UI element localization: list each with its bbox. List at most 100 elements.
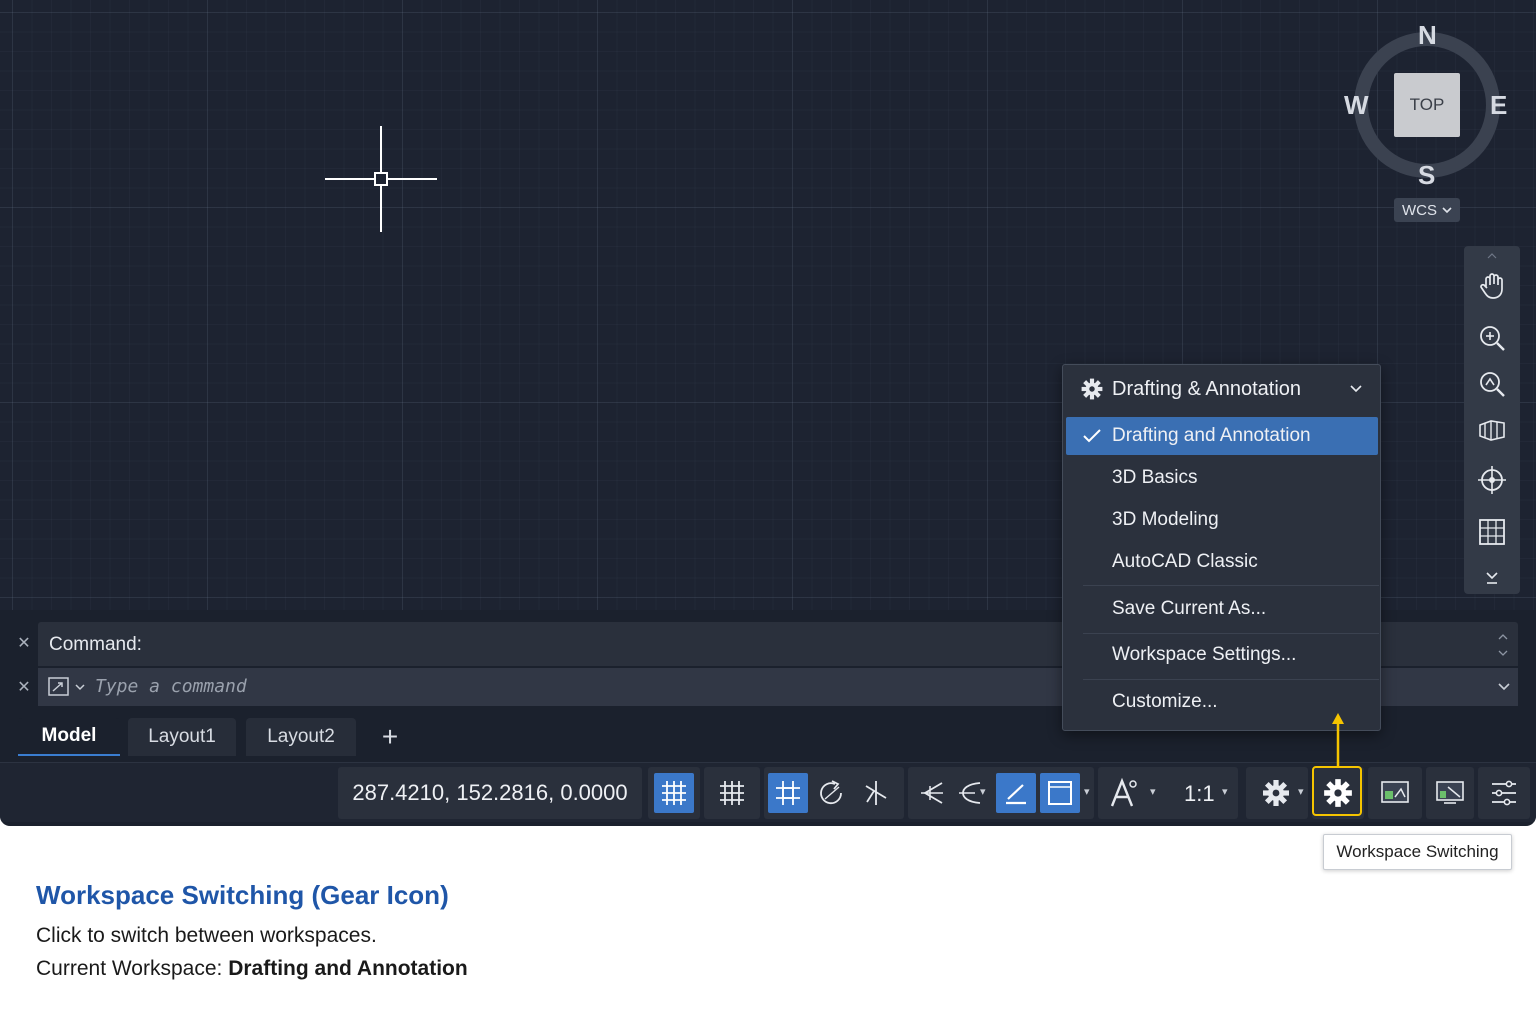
grid-icon bbox=[662, 781, 686, 805]
isolate-group bbox=[1368, 767, 1422, 819]
navigation-bar bbox=[1464, 246, 1520, 594]
compass-west[interactable]: W bbox=[1344, 90, 1369, 121]
steering-wheel-button[interactable] bbox=[1472, 460, 1512, 500]
autocad-window: N S E W TOP WCS ✕ Command: ✕ Type a comm… bbox=[0, 0, 1536, 826]
save-current-as-item[interactable]: Save Current As... bbox=[1066, 590, 1378, 628]
gear-icon bbox=[1081, 378, 1103, 400]
workspace-item-label: 3D Basics bbox=[1112, 467, 1198, 488]
show-motion-button[interactable] bbox=[1472, 512, 1512, 552]
show-motion-icon bbox=[1479, 519, 1505, 545]
wcs-label: WCS bbox=[1402, 201, 1437, 219]
wcs-menu-button[interactable]: WCS bbox=[1394, 198, 1460, 222]
customize-icon bbox=[1492, 780, 1516, 806]
navbar-customize-button[interactable] bbox=[1472, 558, 1512, 598]
gear-icon bbox=[1263, 780, 1289, 806]
caption-title: Workspace Switching (Gear Icon) bbox=[36, 880, 449, 910]
chevron-down-icon[interactable] bbox=[1498, 682, 1510, 692]
compass-south[interactable]: S bbox=[1418, 160, 1435, 191]
orbit-button[interactable] bbox=[1472, 410, 1512, 450]
viewcube-top-face[interactable]: TOP bbox=[1394, 73, 1460, 137]
chevron-down-icon[interactable]: ▾ bbox=[1150, 785, 1156, 798]
grid-display-button[interactable] bbox=[654, 773, 694, 813]
snap-grid-icon bbox=[720, 781, 744, 805]
chevron-up-icon[interactable] bbox=[1484, 252, 1500, 260]
command-history-label: Command: bbox=[49, 634, 142, 655]
customization-button[interactable] bbox=[1484, 773, 1524, 813]
menu-divider bbox=[1083, 633, 1379, 634]
menu-divider bbox=[1083, 585, 1379, 586]
workspace-switching-tooltip: Workspace Switching bbox=[1323, 834, 1512, 870]
workspace-item-3d-modeling[interactable]: 3D Modeling bbox=[1066, 501, 1378, 539]
snap-group bbox=[704, 767, 760, 819]
chevron-down-icon[interactable]: ▾ bbox=[1298, 785, 1304, 798]
isodraft-button[interactable] bbox=[856, 773, 896, 813]
workspace-menu-header[interactable]: Drafting & Annotation bbox=[1063, 365, 1380, 413]
hardware-acceleration-icon bbox=[1436, 781, 1464, 804]
chevron-down-icon[interactable]: ▾ bbox=[1222, 785, 1228, 798]
pan-icon bbox=[1480, 273, 1503, 299]
annotation-scale-value[interactable]: 1:1 bbox=[1184, 781, 1215, 807]
ortho-icon bbox=[776, 781, 800, 805]
tab-model[interactable]: Model bbox=[18, 718, 120, 756]
chevron-down-icon[interactable]: ▾ bbox=[980, 785, 986, 798]
polar-icon bbox=[820, 780, 842, 805]
current-workspace-label: Drafting & Annotation bbox=[1112, 378, 1302, 400]
zoom-extents-button[interactable] bbox=[1472, 318, 1512, 358]
menu-action-label: Workspace Settings... bbox=[1112, 644, 1297, 665]
tab-layout2[interactable]: Layout2 bbox=[246, 718, 356, 756]
tab-layout1[interactable]: Layout1 bbox=[128, 718, 236, 756]
compass-east[interactable]: E bbox=[1490, 90, 1507, 121]
settings-group: ▾ bbox=[1246, 767, 1308, 819]
transparency-icon bbox=[1048, 781, 1072, 805]
viewcube[interactable]: N S E W TOP WCS bbox=[1340, 18, 1515, 228]
workspace-item-label: Drafting and Annotation bbox=[1112, 425, 1311, 446]
object-snap-tracking-button[interactable] bbox=[912, 773, 952, 813]
steering-wheel-icon bbox=[1478, 466, 1506, 494]
snap-mode-button[interactable] bbox=[712, 773, 752, 813]
add-layout-button[interactable]: + bbox=[370, 718, 410, 756]
crosshair-cursor bbox=[325, 126, 437, 232]
workspace-item-label: 3D Modeling bbox=[1112, 509, 1219, 530]
caption-current-label: Current Workspace: bbox=[36, 957, 229, 980]
workspace-item-drafting-and-annotation[interactable]: Drafting and Annotation bbox=[1066, 417, 1378, 455]
checkmark-icon bbox=[1083, 429, 1101, 443]
workspace-menu: Drafting & Annotation Drafting and Annot… bbox=[1062, 364, 1381, 731]
lineweight-button[interactable] bbox=[996, 773, 1036, 813]
workspace-item-autocad-classic[interactable]: AutoCAD Classic bbox=[1066, 543, 1378, 581]
workspace-item-3d-basics[interactable]: 3D Basics bbox=[1066, 459, 1378, 497]
zoom-window-button[interactable] bbox=[1472, 364, 1512, 404]
close-icon[interactable]: ✕ bbox=[13, 632, 35, 654]
hardware-acceleration-button[interactable] bbox=[1430, 773, 1470, 813]
compass-north[interactable]: N bbox=[1418, 20, 1437, 51]
isolate-objects-button[interactable] bbox=[1375, 773, 1415, 813]
command-prompt-icon[interactable] bbox=[48, 676, 70, 698]
settings-button[interactable] bbox=[1256, 773, 1296, 813]
menu-action-label: Customize... bbox=[1112, 691, 1218, 712]
polar-tracking-button[interactable] bbox=[812, 773, 852, 813]
workspace-item-label: AutoCAD Classic bbox=[1112, 551, 1258, 572]
caption-description: Click to switch between workspaces. bbox=[36, 924, 377, 947]
ortho-button[interactable] bbox=[768, 773, 808, 813]
command-placeholder: Type a command bbox=[95, 676, 247, 697]
grid-group bbox=[648, 767, 700, 819]
hardware-group bbox=[1426, 767, 1474, 819]
isometric-icon bbox=[865, 781, 887, 805]
annotation-group: ▾ 1:1 ▾ bbox=[1098, 767, 1238, 819]
chevron-down-icon[interactable] bbox=[75, 683, 85, 691]
workspace-button-highlight bbox=[1312, 766, 1362, 816]
close-icon[interactable]: ✕ bbox=[13, 676, 35, 698]
annotation-visibility-button[interactable] bbox=[1104, 773, 1144, 813]
customize-group bbox=[1478, 767, 1530, 819]
annotation-scale-icon bbox=[1110, 777, 1137, 807]
zoom-window-icon bbox=[1480, 372, 1505, 397]
object-snap-group: ▾ ▾ bbox=[908, 767, 1094, 819]
caption-current-value: Drafting and Annotation bbox=[228, 957, 468, 980]
chevron-down-icon[interactable]: ▾ bbox=[1084, 785, 1090, 798]
workspace-settings-item[interactable]: Workspace Settings... bbox=[1066, 636, 1378, 674]
scroll-arrows-icon[interactable] bbox=[1496, 632, 1510, 658]
chevron-down-icon bbox=[1350, 385, 1362, 393]
pan-button[interactable] bbox=[1472, 266, 1512, 306]
coordinate-readout[interactable]: 287.4210, 152.2816, 0.0000 bbox=[338, 767, 642, 819]
chevron-down-icon bbox=[1442, 207, 1452, 214]
transparency-button[interactable] bbox=[1040, 773, 1080, 813]
